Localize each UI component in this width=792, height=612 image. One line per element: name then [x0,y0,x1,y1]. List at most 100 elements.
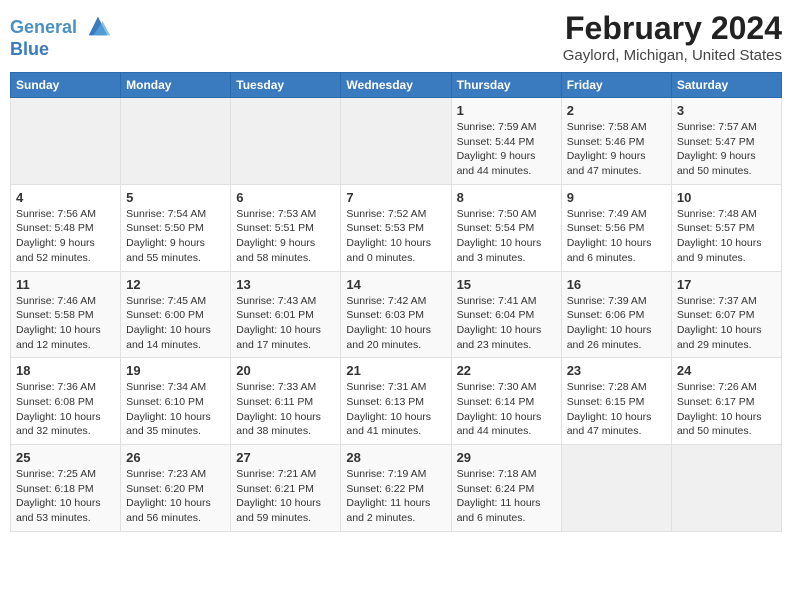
day-info: Sunrise: 7:58 AMSunset: 5:46 PMDaylight:… [567,120,666,179]
calendar-cell [231,98,341,185]
calendar-cell [341,98,451,185]
day-number: 7 [346,190,445,205]
day-number: 11 [16,277,115,292]
day-header-friday: Friday [561,73,671,98]
day-number: 27 [236,450,335,465]
day-info: Sunrise: 7:45 AMSunset: 6:00 PMDaylight:… [126,294,225,353]
day-info: Sunrise: 7:31 AMSunset: 6:13 PMDaylight:… [346,380,445,439]
logo-text: General [10,16,112,40]
calendar-cell: 11 Sunrise: 7:46 AMSunset: 5:58 PMDayligh… [11,271,121,358]
day-number: 8 [457,190,556,205]
day-header-saturday: Saturday [671,73,781,98]
calendar-cell: 17 Sunrise: 7:37 AMSunset: 6:07 PMDayligh… [671,271,781,358]
calendar-cell [671,445,781,532]
day-number: 2 [567,103,666,118]
day-number: 20 [236,363,335,378]
calendar-week-4: 18 Sunrise: 7:36 AMSunset: 6:08 PMDayligh… [11,358,782,445]
day-number: 22 [457,363,556,378]
day-number: 14 [346,277,445,292]
calendar-cell: 5Sunrise: 7:54 AMSunset: 5:50 PMDaylight… [121,184,231,271]
calendar-cell: 22 Sunrise: 7:30 AMSunset: 6:14 PMDayligh… [451,358,561,445]
day-info: Sunrise: 7:37 AMSunset: 6:07 PMDaylight:… [677,294,776,353]
calendar-cell: 1 Sunrise: 7:59 AMSunset: 5:44 PMDaylight… [451,98,561,185]
day-number: 3 [677,103,776,118]
calendar-cell: 20 Sunrise: 7:33 AMSunset: 6:11 PMDayligh… [231,358,341,445]
day-info: Sunrise: 7:30 AMSunset: 6:14 PMDaylight:… [457,380,556,439]
day-info: Sunrise: 7:57 AMSunset: 5:47 PMDaylight:… [677,120,776,179]
day-info: Sunrise: 7:36 AMSunset: 6:08 PMDaylight:… [16,380,115,439]
calendar-table: SundayMondayTuesdayWednesdayThursdayFrid… [10,72,782,532]
day-header-wednesday: Wednesday [341,73,451,98]
day-header-thursday: Thursday [451,73,561,98]
day-number: 6 [236,190,335,205]
day-number: 4 [16,190,115,205]
day-number: 13 [236,277,335,292]
day-number: 10 [677,190,776,205]
page-header: General Blue February 2024 Gaylord, Mich… [10,10,782,64]
day-info: Sunrise: 7:52 AMSunset: 5:53 PMDaylight:… [346,207,445,266]
day-info: Sunrise: 7:59 AMSunset: 5:44 PMDaylight:… [457,120,556,179]
day-info: Sunrise: 7:49 AMSunset: 5:56 PMDaylight:… [567,207,666,266]
calendar-body: 1 Sunrise: 7:59 AMSunset: 5:44 PMDaylight… [11,98,782,532]
calendar-cell: 27 Sunrise: 7:21 AMSunset: 6:21 PMDayligh… [231,445,341,532]
calendar-cell: 29Sunrise: 7:18 AMSunset: 6:24 PMDayligh… [451,445,561,532]
day-header-tuesday: Tuesday [231,73,341,98]
day-number: 17 [677,277,776,292]
calendar-header: SundayMondayTuesdayWednesdayThursdayFrid… [11,73,782,98]
day-info: Sunrise: 7:48 AMSunset: 5:57 PMDaylight:… [677,207,776,266]
day-info: Sunrise: 7:41 AMSunset: 6:04 PMDaylight:… [457,294,556,353]
day-number: 24 [677,363,776,378]
logo: General Blue [10,16,112,60]
calendar-cell: 24 Sunrise: 7:26 AMSunset: 6:17 PMDayligh… [671,358,781,445]
calendar-cell [11,98,121,185]
calendar-cell: 2 Sunrise: 7:58 AMSunset: 5:46 PMDaylight… [561,98,671,185]
day-number: 1 [457,103,556,118]
day-info: Sunrise: 7:33 AMSunset: 6:11 PMDaylight:… [236,380,335,439]
calendar-cell: 21 Sunrise: 7:31 AMSunset: 6:13 PMDayligh… [341,358,451,445]
page-title: February 2024 [563,10,782,47]
calendar-week-1: 1 Sunrise: 7:59 AMSunset: 5:44 PMDaylight… [11,98,782,185]
day-header-sunday: Sunday [11,73,121,98]
logo-icon [84,12,112,40]
day-number: 26 [126,450,225,465]
calendar-cell: 15 Sunrise: 7:41 AMSunset: 6:04 PMDayligh… [451,271,561,358]
day-info: Sunrise: 7:21 AMSunset: 6:21 PMDaylight:… [236,467,335,526]
day-number: 28 [346,450,445,465]
calendar-cell [561,445,671,532]
day-header-monday: Monday [121,73,231,98]
day-info: Sunrise: 7:28 AMSunset: 6:15 PMDaylight:… [567,380,666,439]
calendar-cell: 8Sunrise: 7:50 AMSunset: 5:54 PMDaylight… [451,184,561,271]
day-info: Sunrise: 7:46 AMSunset: 5:58 PMDaylight:… [16,294,115,353]
day-info: Sunrise: 7:26 AMSunset: 6:17 PMDaylight:… [677,380,776,439]
calendar-cell: 28 Sunrise: 7:19 AMSunset: 6:22 PMDayligh… [341,445,451,532]
day-info: Sunrise: 7:54 AMSunset: 5:50 PMDaylight:… [126,207,225,266]
calendar-cell: 25Sunrise: 7:25 AMSunset: 6:18 PMDayligh… [11,445,121,532]
day-info: Sunrise: 7:18 AMSunset: 6:24 PMDaylight:… [457,467,556,526]
title-block: February 2024 Gaylord, Michigan, United … [563,10,782,64]
calendar-week-5: 25Sunrise: 7:25 AMSunset: 6:18 PMDayligh… [11,445,782,532]
calendar-cell: 16Sunrise: 7:39 AMSunset: 6:06 PMDayligh… [561,271,671,358]
page-subtitle: Gaylord, Michigan, United States [563,47,782,64]
calendar-cell: 19Sunrise: 7:34 AMSunset: 6:10 PMDayligh… [121,358,231,445]
calendar-cell: 26 Sunrise: 7:23 AMSunset: 6:20 PMDayligh… [121,445,231,532]
day-info: Sunrise: 7:23 AMSunset: 6:20 PMDaylight:… [126,467,225,526]
calendar-cell: 13Sunrise: 7:43 AMSunset: 6:01 PMDayligh… [231,271,341,358]
day-number: 19 [126,363,225,378]
calendar-week-2: 4Sunrise: 7:56 AMSunset: 5:48 PMDaylight… [11,184,782,271]
calendar-cell: 3 Sunrise: 7:57 AMSunset: 5:47 PMDaylight… [671,98,781,185]
day-number: 12 [126,277,225,292]
day-info: Sunrise: 7:42 AMSunset: 6:03 PMDaylight:… [346,294,445,353]
calendar-cell: 23 Sunrise: 7:28 AMSunset: 6:15 PMDayligh… [561,358,671,445]
day-info: Sunrise: 7:19 AMSunset: 6:22 PMDaylight:… [346,467,445,526]
calendar-cell: 12 Sunrise: 7:45 AMSunset: 6:00 PMDayligh… [121,271,231,358]
day-number: 18 [16,363,115,378]
day-number: 23 [567,363,666,378]
calendar-cell [121,98,231,185]
day-header-row: SundayMondayTuesdayWednesdayThursdayFrid… [11,73,782,98]
calendar-week-3: 11 Sunrise: 7:46 AMSunset: 5:58 PMDayligh… [11,271,782,358]
day-number: 15 [457,277,556,292]
day-number: 21 [346,363,445,378]
logo-blue: Blue [10,40,112,60]
day-number: 25 [16,450,115,465]
calendar-cell: 18 Sunrise: 7:36 AMSunset: 6:08 PMDayligh… [11,358,121,445]
